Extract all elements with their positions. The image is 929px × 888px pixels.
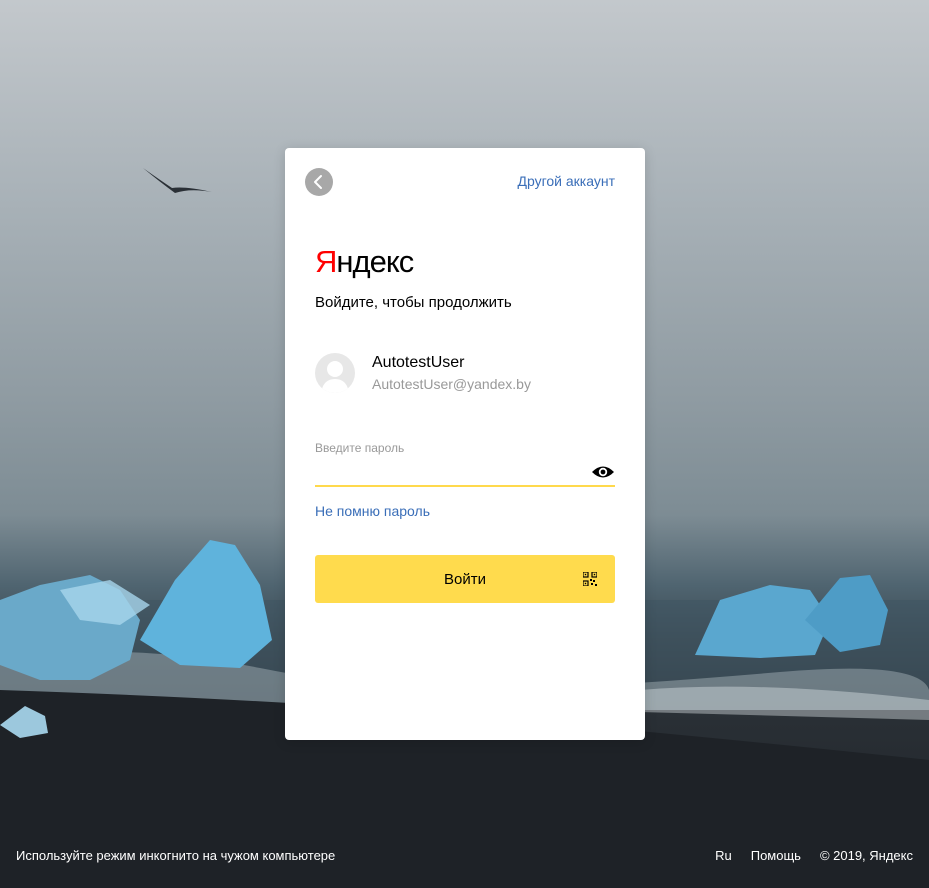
logo-rest: ндекс: [336, 244, 414, 279]
forgot-password-link[interactable]: Не помню пароль: [315, 503, 430, 519]
password-underline: [315, 485, 615, 487]
incognito-hint: Используйте режим инкогнито на чужом ком…: [16, 848, 336, 863]
password-label: Введите пароль: [315, 441, 405, 455]
password-input[interactable]: [315, 460, 585, 484]
account-info: AutotestUser AutotestUser@yandex.by: [315, 352, 615, 394]
user-avatar-icon: [315, 353, 355, 393]
back-button[interactable]: [305, 168, 333, 196]
page-subtitle: Войдите, чтобы продолжить: [315, 294, 512, 311]
logo-first-letter: Я: [315, 244, 337, 279]
language-switch[interactable]: Ru: [715, 848, 732, 863]
login-card: Другой аккаунт Яндекс Войдите, чтобы про…: [285, 148, 645, 740]
other-account-link[interactable]: Другой аккаунт: [517, 173, 615, 189]
account-email: AutotestUser@yandex.by: [372, 376, 531, 392]
yandex-logo: Яндекс: [315, 244, 414, 280]
account-name: AutotestUser: [372, 354, 465, 371]
footer-links: Ru Помощь © 2019, Яндекс: [715, 848, 913, 863]
help-link[interactable]: Помощь: [751, 848, 801, 863]
eye-icon[interactable]: [591, 463, 615, 481]
login-button[interactable]: Войти: [315, 555, 615, 603]
qr-code-icon[interactable]: [583, 572, 597, 586]
chevron-left-icon: [314, 175, 322, 189]
copyright: © 2019, Яндекс: [819, 848, 913, 863]
